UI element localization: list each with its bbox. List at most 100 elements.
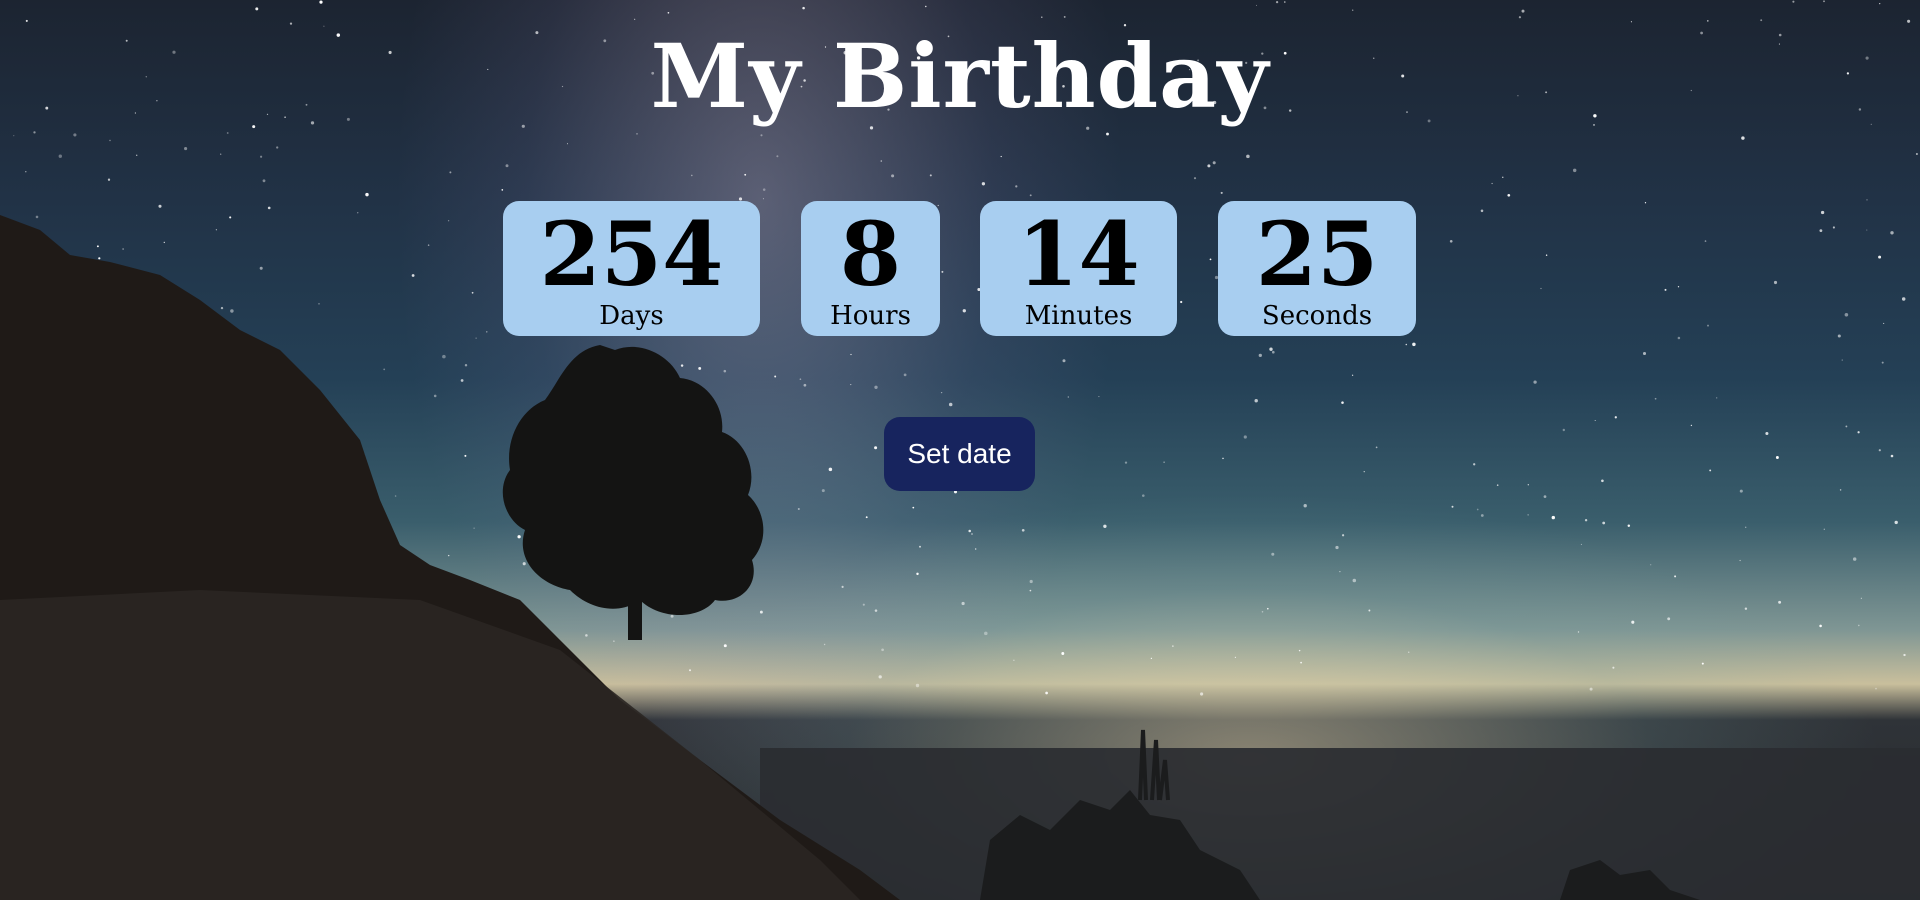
star bbox=[1272, 350, 1275, 354]
star bbox=[1300, 661, 1302, 664]
star bbox=[929, 174, 932, 177]
star bbox=[1339, 570, 1341, 573]
star bbox=[1207, 164, 1211, 168]
star bbox=[1476, 508, 1479, 511]
star bbox=[878, 675, 882, 679]
star bbox=[464, 364, 468, 367]
star bbox=[968, 529, 971, 533]
days-box: 254 Days bbox=[503, 201, 760, 336]
days-value: 254 bbox=[539, 202, 724, 306]
star bbox=[841, 585, 844, 588]
star bbox=[1760, 19, 1763, 22]
star bbox=[948, 402, 953, 407]
seconds-box: 25 Seconds bbox=[1218, 201, 1416, 336]
star bbox=[1744, 607, 1748, 610]
star bbox=[1839, 489, 1842, 491]
star bbox=[636, 133, 638, 135]
star bbox=[1562, 428, 1566, 432]
star bbox=[1067, 396, 1069, 398]
star bbox=[821, 489, 825, 493]
star bbox=[613, 640, 615, 642]
star bbox=[1480, 514, 1484, 517]
star bbox=[226, 132, 229, 134]
star bbox=[759, 610, 763, 614]
star bbox=[1907, 19, 1911, 23]
star bbox=[1029, 194, 1032, 197]
star bbox=[762, 198, 764, 200]
star bbox=[1690, 424, 1693, 427]
star bbox=[1823, 528, 1825, 530]
star bbox=[1775, 456, 1779, 459]
star bbox=[1614, 416, 1617, 419]
star bbox=[1915, 152, 1918, 156]
seconds-value: 25 bbox=[1255, 202, 1379, 306]
star bbox=[1000, 155, 1002, 158]
star bbox=[73, 133, 77, 137]
star bbox=[517, 535, 521, 539]
star bbox=[1045, 691, 1048, 695]
star bbox=[1405, 343, 1408, 346]
star bbox=[1521, 9, 1525, 13]
star bbox=[107, 178, 111, 181]
star bbox=[1894, 520, 1898, 525]
star bbox=[1507, 193, 1511, 197]
star bbox=[1739, 559, 1741, 562]
star bbox=[1142, 494, 1145, 497]
star bbox=[447, 554, 450, 557]
star bbox=[1878, 449, 1881, 452]
star bbox=[319, 0, 323, 4]
star bbox=[698, 366, 702, 370]
set-date-button[interactable]: Set date bbox=[884, 417, 1035, 491]
star bbox=[58, 154, 62, 158]
star bbox=[383, 368, 386, 371]
star bbox=[1631, 620, 1635, 624]
star bbox=[433, 394, 437, 398]
star bbox=[690, 174, 693, 177]
star bbox=[1819, 624, 1822, 628]
star bbox=[1667, 617, 1671, 621]
star bbox=[1212, 161, 1216, 165]
star bbox=[1845, 425, 1848, 428]
star bbox=[880, 160, 883, 162]
star bbox=[1284, 1, 1286, 3]
star bbox=[1823, 0, 1825, 3]
star bbox=[1601, 479, 1604, 483]
star bbox=[184, 147, 188, 151]
star bbox=[289, 22, 293, 25]
star bbox=[1013, 659, 1015, 661]
star bbox=[501, 189, 504, 191]
star bbox=[1765, 431, 1769, 436]
star bbox=[25, 171, 27, 173]
star bbox=[925, 5, 927, 8]
seconds-label: Seconds bbox=[1261, 301, 1373, 331]
star bbox=[774, 375, 777, 378]
star bbox=[1677, 336, 1681, 340]
star bbox=[1572, 168, 1577, 173]
star bbox=[1642, 351, 1647, 356]
star bbox=[1473, 463, 1476, 466]
star bbox=[1368, 609, 1371, 612]
star bbox=[1124, 461, 1128, 464]
star bbox=[522, 562, 526, 566]
star bbox=[1255, 4, 1258, 6]
star bbox=[1533, 380, 1537, 384]
star bbox=[25, 19, 28, 22]
star bbox=[1341, 534, 1345, 537]
star bbox=[912, 506, 915, 509]
star bbox=[1172, 645, 1174, 647]
countdown-timer: 254 Days 8 Hours 14 Minutes 25 Seconds bbox=[0, 201, 1920, 336]
star bbox=[802, 6, 805, 10]
star bbox=[1630, 21, 1632, 23]
star bbox=[940, 391, 943, 394]
star bbox=[1551, 515, 1556, 520]
star bbox=[1408, 651, 1410, 653]
star bbox=[1375, 446, 1378, 449]
star bbox=[680, 364, 684, 367]
star bbox=[744, 173, 747, 176]
star bbox=[1335, 545, 1339, 550]
star bbox=[1879, 2, 1881, 5]
star bbox=[1061, 652, 1065, 655]
star bbox=[874, 446, 878, 450]
star bbox=[865, 516, 868, 519]
star bbox=[442, 354, 446, 359]
